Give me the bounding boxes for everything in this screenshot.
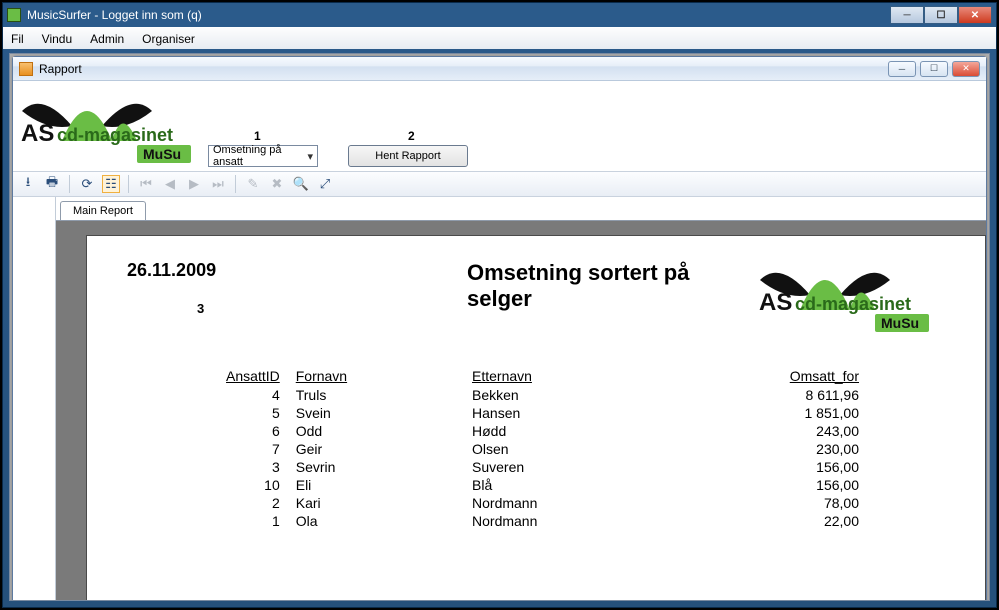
first-page-icon[interactable]: ⏮	[137, 175, 155, 193]
cell-omsatt: 8 611,96	[716, 386, 867, 404]
report-logo	[755, 250, 955, 336]
cell-etternavn: Olsen	[464, 440, 716, 458]
table-row: 4TrulsBekken8 611,96	[187, 386, 867, 404]
cell-etternavn: Nordmann	[464, 512, 716, 530]
zoom-icon[interactable]: ⤢	[316, 175, 334, 193]
app-maximize-button[interactable]	[924, 6, 958, 24]
cell-fornavn: Kari	[288, 494, 464, 512]
cell-fornavn: Geir	[288, 440, 464, 458]
export-icon[interactable]: ⭳	[19, 175, 37, 193]
cell-etternavn: Bekken	[464, 386, 716, 404]
toolbar-separator	[235, 175, 236, 193]
report-minimize-button[interactable]	[888, 61, 916, 77]
cell-id: 7	[187, 440, 288, 458]
company-logo	[17, 81, 217, 167]
menu-organiser[interactable]: Organiser	[142, 32, 195, 46]
col-ansattid: AnsattID	[187, 366, 288, 386]
mdi-area: Rapport 1 2 Omsetning på ansatt	[9, 53, 990, 601]
cell-omsatt: 156,00	[716, 476, 867, 494]
report-table: AnsattID Fornavn Etternavn Omsatt_for 4T…	[187, 366, 867, 530]
cell-omsatt: 22,00	[716, 512, 867, 530]
table-row: 5SveinHansen1 851,00	[187, 404, 867, 422]
table-row: 1OlaNordmann22,00	[187, 512, 867, 530]
goto-page-icon[interactable]: ✎	[244, 175, 262, 193]
menu-admin[interactable]: Admin	[90, 32, 124, 46]
app-title: MusicSurfer - Logget inn som (q)	[27, 8, 890, 22]
report-window-icon	[19, 62, 33, 76]
group-tree-panel[interactable]	[13, 197, 56, 601]
table-row: 7GeirOlsen230,00	[187, 440, 867, 458]
app-minimize-button[interactable]	[890, 6, 924, 24]
step-2-label: 2	[408, 129, 415, 143]
report-titlebar: Rapport	[13, 57, 986, 81]
cell-id: 5	[187, 404, 288, 422]
cell-id: 4	[187, 386, 288, 404]
cell-fornavn: Ola	[288, 512, 464, 530]
table-row: 6OddHødd243,00	[187, 422, 867, 440]
cell-omsatt: 1 851,00	[716, 404, 867, 422]
report-type-dropdown[interactable]: Omsetning på ansatt	[208, 145, 318, 167]
table-row: 2KariNordmann78,00	[187, 494, 867, 512]
cell-id: 10	[187, 476, 288, 494]
menu-vindu[interactable]: Vindu	[42, 32, 72, 46]
toolbar-separator	[69, 175, 70, 193]
table-row: 3SevrinSuveren156,00	[187, 458, 867, 476]
report-tab-row: Main Report	[56, 197, 986, 221]
cell-etternavn: Hødd	[464, 422, 716, 440]
cell-id: 3	[187, 458, 288, 476]
report-maximize-button[interactable]	[920, 61, 948, 77]
tab-main-report[interactable]: Main Report	[60, 201, 146, 220]
cell-id: 6	[187, 422, 288, 440]
cell-etternavn: Blå	[464, 476, 716, 494]
fetch-report-button[interactable]: Hent Rapport	[348, 145, 468, 167]
cell-fornavn: Sevrin	[288, 458, 464, 476]
toolbar-separator	[128, 175, 129, 193]
table-row: 10EliBlå156,00	[187, 476, 867, 494]
report-window-title: Rapport	[39, 62, 888, 76]
cell-omsatt: 243,00	[716, 422, 867, 440]
prev-page-icon[interactable]: ◀	[161, 175, 179, 193]
cell-omsatt: 230,00	[716, 440, 867, 458]
cell-etternavn: Suveren	[464, 458, 716, 476]
app-close-button[interactable]	[958, 6, 992, 24]
group-tree-icon[interactable]: ☷	[102, 175, 120, 193]
report-viewer[interactable]: 26.11.2009 3 Omsetning sortert på selger…	[56, 221, 986, 601]
next-page-icon[interactable]: ▶	[185, 175, 203, 193]
report-title: Omsetning sortert på selger	[467, 260, 707, 312]
find-icon[interactable]: 🔍	[292, 175, 310, 193]
report-close-button[interactable]	[952, 61, 980, 77]
report-type-value: Omsetning på ansatt	[213, 144, 307, 168]
stop-icon[interactable]: ✖	[268, 175, 286, 193]
report-page: 26.11.2009 3 Omsetning sortert på selger…	[86, 235, 986, 601]
menu-fil[interactable]: Fil	[11, 32, 24, 46]
refresh-icon[interactable]: ⟳	[78, 175, 96, 193]
cell-fornavn: Svein	[288, 404, 464, 422]
app-icon	[7, 8, 21, 22]
cell-omsatt: 156,00	[716, 458, 867, 476]
header-strip: 1 2 Omsetning på ansatt Hent Rapport	[13, 81, 986, 171]
print-icon[interactable]: 🖶	[43, 175, 61, 193]
col-etternavn: Etternavn	[464, 366, 716, 386]
last-page-icon[interactable]: ⏭	[209, 175, 227, 193]
app-titlebar: MusicSurfer - Logget inn som (q)	[3, 3, 996, 27]
cell-fornavn: Eli	[288, 476, 464, 494]
cell-fornavn: Odd	[288, 422, 464, 440]
cell-id: 1	[187, 512, 288, 530]
step-1-label: 1	[254, 129, 261, 143]
cell-etternavn: Hansen	[464, 404, 716, 422]
col-fornavn: Fornavn	[288, 366, 464, 386]
report-toolbar: ⭳ 🖶 ⟳ ☷ ⏮ ◀ ▶ ⏭ ✎ ✖ 🔍 ⤢	[13, 171, 986, 197]
cell-omsatt: 78,00	[716, 494, 867, 512]
cell-fornavn: Truls	[288, 386, 464, 404]
menu-bar: Fil Vindu Admin Organiser	[3, 27, 996, 49]
cell-id: 2	[187, 494, 288, 512]
col-omsatt: Omsatt_for	[716, 366, 867, 386]
report-window: Rapport 1 2 Omsetning på ansatt	[12, 56, 987, 601]
cell-etternavn: Nordmann	[464, 494, 716, 512]
